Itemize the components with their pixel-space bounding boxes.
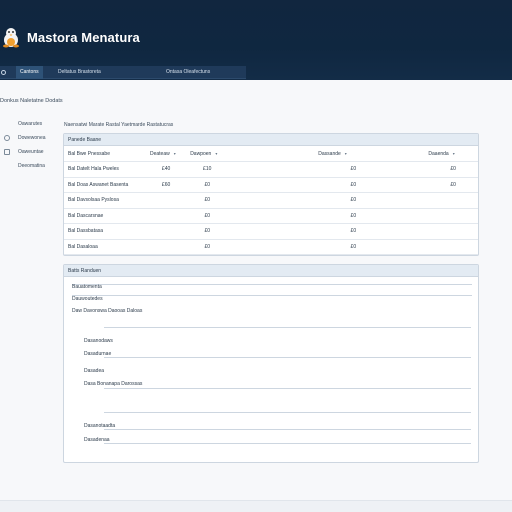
form-label: Dasa Bonanapa Darossas <box>84 381 143 387</box>
data-table-panel: Panede Baane Bal Bwe Pnessabe Deateaw ▾ D… <box>63 133 479 256</box>
main-navigation: Cantons Deltatus Brastoreta Ontasa Oleaf… <box>0 66 246 79</box>
table-cell: £0 <box>228 177 389 193</box>
table-row[interactable]: Bal Dasaloaa £0 £0 <box>64 239 478 255</box>
table-panel-title: Panede Baane <box>64 134 478 146</box>
app-title: Mastora Menatura <box>27 30 140 45</box>
table-cell: £0 <box>228 208 389 224</box>
form-label: Daw Davonswa Daooas Daloas <box>72 308 143 314</box>
details-form-panel: Batts Randuen Bauatomenta Dauwoutedes Da… <box>63 264 479 463</box>
sidebar-item-1[interactable]: Oawarutes <box>0 118 58 132</box>
table-cell <box>388 208 478 224</box>
column-header[interactable]: Daaenda ▾ <box>388 146 478 162</box>
column-header[interactable]: Dawpoen ▾ <box>186 146 229 162</box>
field-underline[interactable] <box>104 429 471 430</box>
form-label: Dasadea <box>84 368 105 374</box>
table-cell <box>146 223 187 240</box>
table-cell: £0 <box>228 223 389 240</box>
square-icon <box>4 149 10 155</box>
table-cell: £0 <box>388 161 478 178</box>
form-panel-title: Batts Randuen <box>64 265 478 277</box>
column-header[interactable]: Bal Bwe Pnessabe <box>64 146 146 162</box>
sidebar-item-label: Deeomatina <box>18 163 45 169</box>
table-cell: £10 <box>186 161 229 178</box>
table-cell: £0 <box>186 192 229 209</box>
table-cell: £40 <box>146 161 187 178</box>
table-cell <box>388 239 478 255</box>
table-row[interactable]: Bal Dascarsnae £0 £0 <box>64 208 478 224</box>
table-row[interactable]: Bal Davsolsaa Pyslosa £0 £0 <box>64 192 478 209</box>
sidebar-item-3[interactable]: Oaweuntae <box>0 146 58 160</box>
nav-item-cantons[interactable]: Cantons <box>16 66 43 79</box>
table-cell <box>388 192 478 209</box>
table-cell: £60 <box>146 177 187 193</box>
sidebar-item-label: Dowewonea <box>18 135 46 141</box>
field-underline[interactable] <box>104 443 471 444</box>
table-cell: Bal Davsolsaa Pyslosa <box>64 192 146 209</box>
form-label: Bauatomenta <box>72 284 102 290</box>
sort-caret-icon: ▾ <box>452 150 455 156</box>
page-title: Donkus Naletatne Dodats <box>0 98 63 104</box>
field-underline[interactable] <box>104 357 471 358</box>
sidebar: Oawarutes Dowewonea Oaweuntae Deeomatina <box>0 118 58 174</box>
sidebar-item-4[interactable]: Deeomatina <box>0 160 58 174</box>
field-underline[interactable] <box>104 327 471 328</box>
table-row[interactable]: Bal Dassbatasa £0 £0 <box>64 223 478 240</box>
sort-caret-icon: ▾ <box>344 150 347 156</box>
table-cell: £0 <box>228 161 389 178</box>
table-cell: Bal Dascarsnae <box>64 208 146 224</box>
table-cell: £0 <box>186 223 229 240</box>
data-table: Bal Bwe Pnessabe Deateaw ▾ Dawpoen ▾ Dassa… <box>64 146 478 255</box>
table-cell: Bal Dasaloaa <box>64 239 146 255</box>
table-cell: Bal Doas Aswanet Basenta <box>64 177 146 193</box>
sort-caret-icon: ▾ <box>215 150 218 156</box>
bottom-strip <box>0 500 512 512</box>
table-cell: £0 <box>186 208 229 224</box>
app-header: Mastora Menatura Cantons Deltatus Brasto… <box>0 0 512 80</box>
table-cell: £0 <box>186 239 229 255</box>
sidebar-item-2[interactable]: Dowewonea <box>0 132 58 146</box>
table-row[interactable]: Bal Datelt Hala Pweles £40 £10 £0 £0 <box>64 161 478 178</box>
sort-caret-icon: ▾ <box>173 150 176 156</box>
nav-item-ontasa[interactable]: Ontasa Oleafectuns <box>166 66 210 79</box>
field-underline[interactable] <box>104 388 471 389</box>
mascot-logo-icon <box>3 28 19 48</box>
circle-icon <box>4 135 10 141</box>
table-cell <box>388 223 478 240</box>
divider <box>72 284 472 285</box>
nav-item-deltatus[interactable]: Deltatus Brastoreta <box>58 66 101 79</box>
sidebar-item-label: Oaweuntae <box>18 149 44 155</box>
table-header-row: Bal Bwe Pnessabe Deateaw ▾ Dawpoen ▾ Dassa… <box>64 146 478 162</box>
table-cell: £0 <box>388 177 478 193</box>
table-cell: Bal Datelt Hala Pweles <box>64 161 146 178</box>
field-underline[interactable] <box>72 295 472 296</box>
table-cell <box>146 239 187 255</box>
sidebar-item-label: Oawarutes <box>18 121 43 127</box>
filter-summary: Naensatwi Marate Rastal Yaetmarde Rastat… <box>64 122 174 128</box>
table-cell: £0 <box>228 192 389 209</box>
form-label: Dasanodaws <box>84 338 113 344</box>
field-underline[interactable] <box>104 412 471 413</box>
table-cell <box>146 192 187 209</box>
column-header[interactable]: Dassande ▾ <box>228 146 389 162</box>
table-cell: £0 <box>228 239 389 255</box>
table-row[interactable]: Bal Doas Aswanet Basenta £60 £0 £0 £0 <box>64 177 478 193</box>
column-header[interactable]: Deateaw ▾ <box>146 146 187 162</box>
form-label: Dauwoutedes <box>72 296 103 302</box>
table-cell: £0 <box>186 177 229 193</box>
table-cell <box>146 208 187 224</box>
menu-circle-icon[interactable] <box>1 70 6 75</box>
table-cell: Bal Dassbatasa <box>64 223 146 240</box>
